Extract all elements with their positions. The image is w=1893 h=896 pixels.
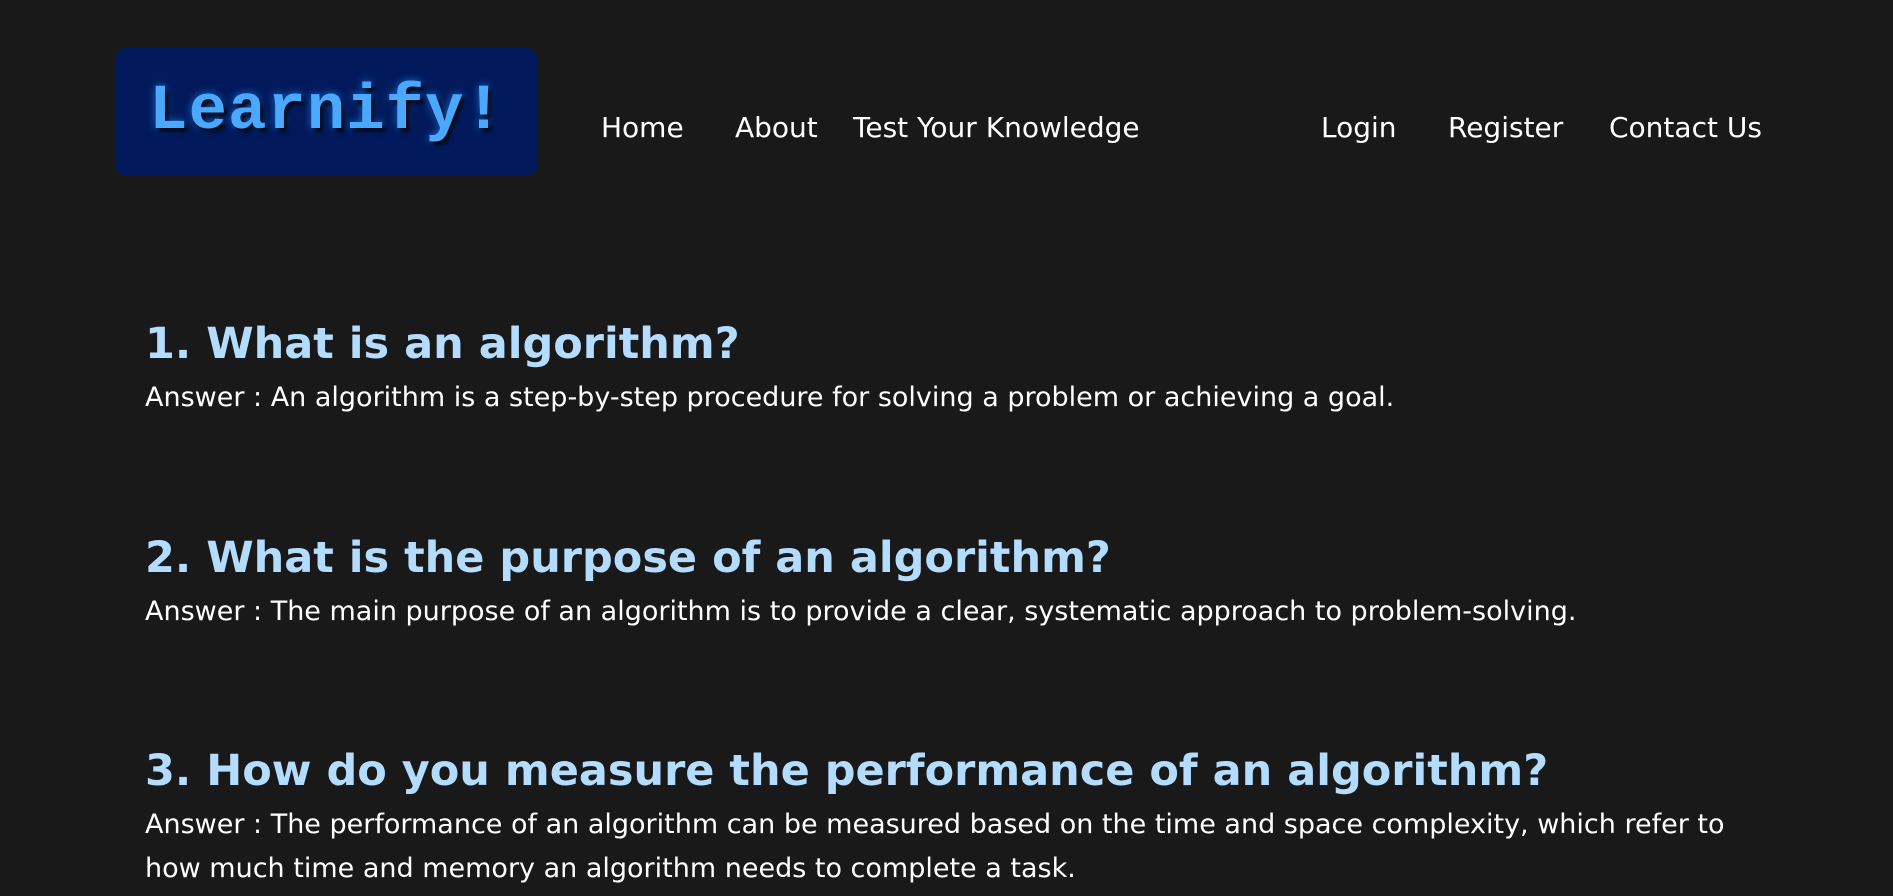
faq-answer: Answer : The main purpose of an algorith… — [145, 596, 1577, 627]
nav-link-contact-us[interactable]: Contact Us — [1609, 108, 1762, 148]
nav-link-home[interactable]: Home — [601, 108, 684, 148]
faq-item: 2. What is the purpose of an algorithm? … — [145, 530, 1765, 634]
faq-question: 3. How do you measure the performance of… — [145, 746, 1549, 796]
faq-answer: Answer : The performance of an algorithm… — [145, 809, 1725, 884]
logo-text: Learnify! — [149, 76, 504, 148]
page: Learnify! Home About Test Your Knowledge… — [0, 0, 1893, 896]
nav-link-about[interactable]: About — [735, 108, 818, 148]
nav-link-login[interactable]: Login — [1321, 108, 1397, 148]
nav-link-register[interactable]: Register — [1448, 108, 1563, 148]
faq-item: 1. What is an algorithm? Answer : An alg… — [145, 316, 1765, 420]
site-logo[interactable]: Learnify! — [116, 48, 537, 176]
faq-question: 1. What is an algorithm? — [145, 319, 740, 369]
faq-item: 3. How do you measure the performance of… — [145, 743, 1765, 891]
faq-answer: Answer : An algorithm is a step-by-step … — [145, 382, 1395, 413]
faq-question: 2. What is the purpose of an algorithm? — [145, 533, 1111, 583]
nav-link-test-your-knowledge[interactable]: Test Your Knowledge — [853, 108, 1140, 148]
